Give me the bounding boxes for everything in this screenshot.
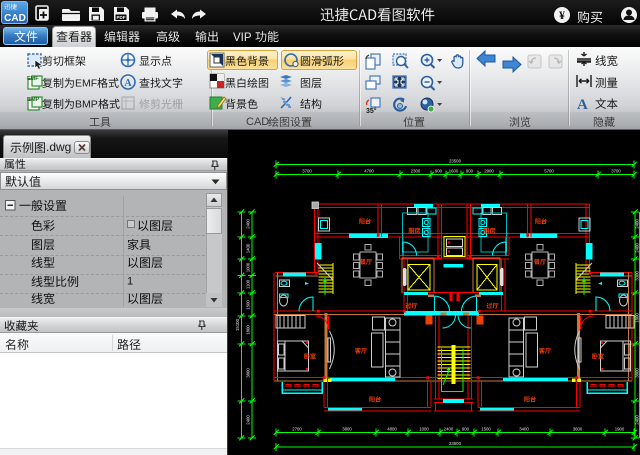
svg-text:3400: 3400	[519, 427, 529, 432]
svg-text:EMF: EMF	[27, 76, 39, 82]
svg-text:BMP: BMP	[27, 97, 40, 103]
svg-text:23500: 23500	[449, 441, 462, 446]
svg-text:900: 900	[435, 168, 443, 173]
svg-text:4700: 4700	[364, 168, 374, 173]
svg-text:900: 900	[466, 168, 474, 173]
svg-text:2700: 2700	[292, 427, 302, 432]
svg-text:1800: 1800	[246, 325, 251, 335]
svg-text:1500: 1500	[246, 300, 251, 310]
svg-text:1500: 1500	[481, 427, 491, 432]
svg-text:15100: 15100	[235, 318, 240, 331]
svg-text:2400: 2400	[635, 415, 640, 425]
svg-text:1000: 1000	[419, 427, 429, 432]
svg-text:4800: 4800	[387, 427, 397, 432]
svg-text:2400: 2400	[444, 427, 454, 432]
svg-text:1100: 1100	[246, 279, 251, 289]
svg-text:1000: 1000	[246, 262, 251, 272]
svg-text:3800: 3800	[246, 368, 251, 378]
svg-text:2400: 2400	[246, 415, 251, 425]
svg-text:900: 900	[462, 427, 470, 432]
svg-text:5700: 5700	[544, 168, 554, 173]
svg-text:PDF: PDF	[117, 15, 126, 20]
svg-text:CAD: CAD	[4, 13, 26, 24]
svg-text:BMP: BMP	[75, 99, 98, 111]
svg-text:35°: 35°	[366, 107, 377, 115]
svg-text:3600: 3600	[573, 427, 583, 432]
svg-text:.dwg: .dwg	[46, 140, 71, 154]
svg-text:¥: ¥	[559, 8, 565, 22]
svg-text:3800: 3800	[342, 427, 352, 432]
svg-text:1900: 1900	[615, 427, 625, 432]
svg-text:3700: 3700	[302, 168, 312, 173]
svg-text:2400: 2400	[246, 219, 251, 229]
svg-text:23500: 23500	[449, 159, 462, 164]
svg-text:A: A	[577, 97, 588, 113]
svg-text:1800: 1800	[635, 313, 640, 323]
svg-text:2400: 2400	[635, 219, 640, 229]
svg-text:CAD: CAD	[246, 116, 269, 128]
svg-text:3800: 3800	[635, 368, 640, 378]
svg-text:2400: 2400	[635, 243, 640, 253]
svg-text:1600: 1600	[449, 168, 459, 173]
svg-text:3700: 3700	[611, 168, 621, 173]
svg-text:2900: 2900	[484, 168, 494, 173]
svg-text:1400: 1400	[246, 243, 251, 253]
svg-text:EMF: EMF	[75, 78, 97, 90]
svg-text:3300: 3300	[635, 271, 640, 281]
svg-text:A: A	[124, 78, 132, 89]
svg-text:1: 1	[127, 276, 133, 288]
svg-text:VIP: VIP	[233, 32, 252, 44]
svg-text:2300: 2300	[411, 168, 421, 173]
